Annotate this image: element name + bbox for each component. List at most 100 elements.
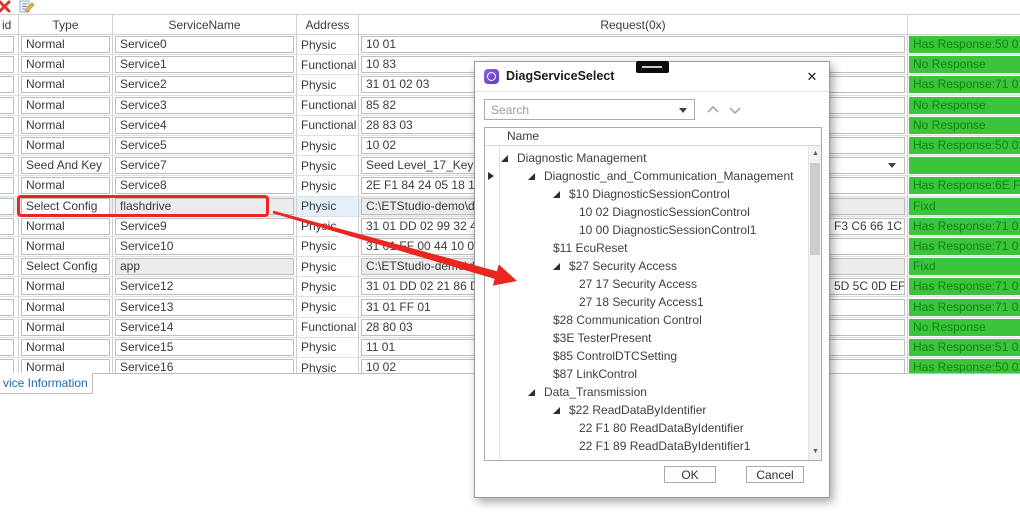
id-box[interactable] [0, 198, 14, 215]
search-input[interactable] [485, 100, 694, 119]
servicename-box[interactable]: Service0 [115, 36, 294, 53]
id-box[interactable] [0, 177, 14, 194]
servicename-box[interactable]: Service14 [115, 319, 294, 336]
tree-column-header[interactable]: Name [485, 128, 821, 146]
tree-item[interactable]: 27 17 Security Access [499, 275, 808, 293]
tree-item[interactable]: 10 02 DiagnosticSessionControl [499, 203, 808, 221]
id-box[interactable] [0, 157, 14, 174]
scrollbar-thumb[interactable] [810, 163, 820, 255]
tree-item-label: 27 17 Security Access [579, 277, 697, 291]
servicename-box[interactable]: app [115, 258, 294, 275]
expander-icon[interactable] [553, 263, 569, 270]
tree-item[interactable]: $27 Security Access [499, 257, 808, 275]
servicename-box[interactable]: Service2 [115, 76, 294, 93]
servicename-box[interactable]: Service15 [115, 339, 294, 356]
id-box[interactable] [0, 137, 14, 154]
scroll-down-icon[interactable]: ▼ [809, 444, 822, 460]
id-box[interactable] [0, 278, 14, 295]
search-combobox[interactable] [484, 99, 695, 120]
tree-item[interactable]: 27 18 Security Access1 [499, 293, 808, 311]
servicename-box[interactable]: Service1 [115, 56, 294, 73]
type-box[interactable]: Normal [21, 359, 110, 374]
type-cell: Normal [19, 35, 113, 54]
servicename-box[interactable]: Service10 [115, 238, 294, 255]
response-status: No Response [909, 97, 1020, 114]
find-next-button[interactable] [727, 103, 743, 117]
type-box[interactable]: Normal [21, 56, 110, 73]
tree-item[interactable]: 22 F1 89 ReadDataByIdentifier1 [499, 437, 808, 455]
ok-button[interactable]: OK [664, 466, 716, 483]
type-cell: Normal [19, 297, 113, 316]
type-box[interactable]: Normal [21, 137, 110, 154]
type-box[interactable]: Normal [21, 117, 110, 134]
tree-scrollbar[interactable]: ▲ ▼ [808, 146, 821, 460]
table-row[interactable]: NormalService0Physic10 01Has Response:50… [0, 35, 1020, 55]
type-box[interactable]: Select Config [21, 258, 110, 275]
id-box[interactable] [0, 299, 14, 316]
tree-item[interactable]: $22 ReadDataByIdentifier [499, 401, 808, 419]
tree-item[interactable]: Diagnostic_and_Communication_Management [499, 167, 808, 185]
servicename-box[interactable]: Service9 [115, 218, 294, 235]
type-box[interactable]: Normal [21, 218, 110, 235]
chevron-down-icon[interactable] [888, 163, 896, 168]
servicename-box[interactable]: Service3 [115, 97, 294, 114]
type-box[interactable]: Normal [21, 238, 110, 255]
expander-icon[interactable] [553, 407, 569, 414]
id-box[interactable] [0, 258, 14, 275]
find-previous-button[interactable] [705, 103, 721, 117]
type-box[interactable]: Normal [21, 76, 110, 93]
id-box[interactable] [0, 117, 14, 134]
tree-item[interactable]: $3E TesterPresent [499, 329, 808, 347]
servicename-box[interactable]: Service7 [115, 157, 294, 174]
type-box[interactable]: Normal [21, 36, 110, 53]
servicename-box[interactable]: Service4 [115, 117, 294, 134]
id-box[interactable] [0, 319, 14, 336]
type-box[interactable]: Seed And Key [21, 157, 110, 174]
id-box[interactable] [0, 238, 14, 255]
servicename-box[interactable]: Service5 [115, 137, 294, 154]
tree-item[interactable]: $28 Communication Control [499, 311, 808, 329]
chevron-down-icon[interactable] [679, 108, 687, 113]
expander-icon[interactable] [528, 173, 544, 180]
servicename-box[interactable]: Service16 [115, 359, 294, 374]
cancel-button[interactable]: Cancel [746, 466, 804, 483]
type-box[interactable]: Normal [21, 299, 110, 316]
tree-item[interactable]: 10 00 DiagnosticSessionControl1 [499, 221, 808, 239]
drag-handle[interactable] [636, 61, 669, 73]
tree-item[interactable]: $85 ControlDTCSetting [499, 347, 808, 365]
tree-item[interactable]: Data_Transmission [499, 383, 808, 401]
servicename-box[interactable]: Service13 [115, 299, 294, 316]
expander-icon[interactable] [553, 191, 569, 198]
type-box[interactable]: Normal [21, 278, 110, 295]
id-box[interactable] [0, 56, 14, 73]
expander-icon[interactable] [528, 389, 544, 396]
close-icon[interactable]: ✕ [803, 68, 821, 86]
id-box[interactable] [0, 339, 14, 356]
address-cell: Physic [297, 217, 359, 236]
response-cell: Has Response:50 02 [908, 358, 1020, 374]
servicename-box[interactable]: Service8 [115, 177, 294, 194]
response-cell: Has Response:50 01 [908, 35, 1020, 54]
id-box[interactable] [0, 76, 14, 93]
id-box[interactable] [0, 97, 14, 114]
request-box[interactable]: 10 01 [361, 36, 905, 53]
dialog-titlebar[interactable]: DiagServiceSelect ✕ [475, 62, 829, 92]
tree-item[interactable]: Diagnostic Management [499, 149, 808, 167]
id-box[interactable] [0, 36, 14, 53]
type-cell: Normal [19, 318, 113, 337]
tree-item[interactable]: $87 LinkControl [499, 365, 808, 383]
servicename-box[interactable]: Service12 [115, 278, 294, 295]
type-box[interactable]: Normal [21, 177, 110, 194]
id-box[interactable] [0, 218, 14, 235]
id-box[interactable] [0, 359, 14, 374]
tree-item[interactable]: $10 DiagnosticSessionControl [499, 185, 808, 203]
expander-icon[interactable] [501, 155, 517, 162]
type-box[interactable]: Normal [21, 97, 110, 114]
type-box[interactable]: Normal [21, 319, 110, 336]
scroll-up-icon[interactable]: ▲ [809, 146, 822, 162]
tree-item[interactable]: $11 EcuReset [499, 239, 808, 257]
type-box[interactable]: Normal [21, 339, 110, 356]
id-cell [0, 176, 19, 195]
tab-service-information[interactable]: vice Information [0, 373, 93, 394]
tree-item[interactable]: 22 F1 80 ReadDataByIdentifier [499, 419, 808, 437]
